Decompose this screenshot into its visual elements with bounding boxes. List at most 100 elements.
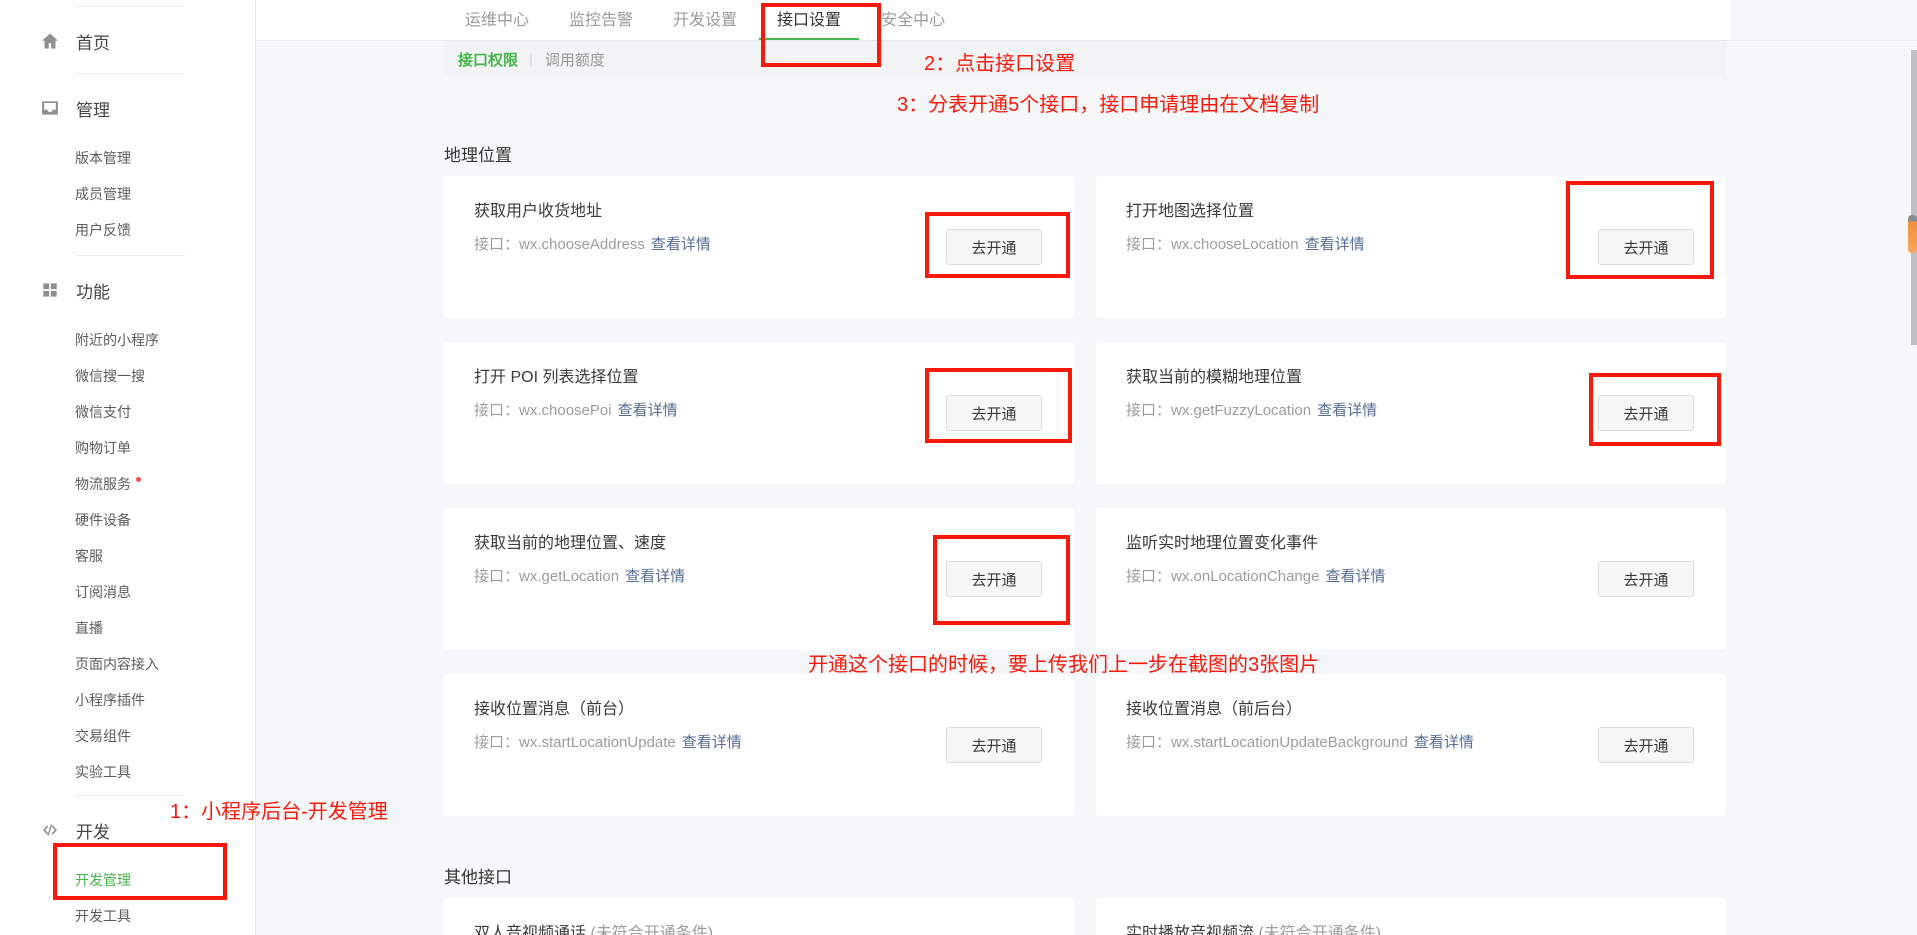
api-prefix-label: 接口：: [1126, 734, 1171, 751]
api-card-info: 接口：wx.startLocationUpdateBackground查看详情: [1126, 731, 1474, 752]
sidebar-divider: [75, 255, 185, 256]
api-prefix-label: 接口：: [474, 734, 519, 751]
sidebar-item-label: 附近的小程序: [75, 332, 159, 348]
api-name: wx.getFuzzyLocation: [1171, 402, 1311, 419]
api-card-info: 接口：wx.getLocation查看详情: [474, 565, 685, 586]
api-card: 接收位置消息（前后台）接口：wx.startLocationUpdateBack…: [1096, 674, 1726, 816]
tab-开发设置[interactable]: 开发设置: [655, 0, 755, 40]
open-api-button[interactable]: 去开通: [1598, 229, 1694, 265]
subtab-调用额度[interactable]: 调用额度: [545, 49, 605, 70]
sidebar-item-label: 成员管理: [75, 186, 131, 202]
subtab-接口权限[interactable]: 接口权限: [458, 49, 518, 70]
code-icon: [40, 820, 60, 840]
annotation-upload-note: 开通这个接口的时候，要上传我们上一步在截图的3张图片: [808, 648, 1319, 677]
sidebar-section-label: 功能: [76, 278, 110, 303]
api-card-info: 接口：wx.getFuzzyLocation 查看详情: [1126, 399, 1377, 420]
tab-安全中心[interactable]: 安全中心: [863, 0, 963, 40]
main-content: 地理位置获取用户收货地址接口：wx.chooseAddress查看详情去开通打开…: [444, 77, 1726, 935]
subtab-bar: 接口权限 | 调用额度: [444, 41, 1726, 77]
api-name: wx.getLocation: [519, 568, 619, 585]
sidebar-item-label: 页面内容接入: [75, 656, 159, 672]
sidebar-section-inbox[interactable]: 管理: [0, 90, 255, 126]
sidebar-item[interactable]: 开发管理: [0, 862, 255, 898]
sidebar-item[interactable]: 交易组件: [0, 718, 255, 754]
api-card-title: 获取当前的模糊地理位置: [1126, 363, 1302, 387]
top-tab-bar: 运维中心监控告警开发设置接口设置安全中心: [256, 0, 1730, 40]
api-name: wx.chooseAddress: [519, 236, 645, 253]
api-card-info: 接口：wx.startLocationUpdate查看详情: [474, 731, 742, 752]
api-prefix-label: 接口：: [1126, 402, 1171, 419]
subtab-separator: |: [529, 51, 533, 68]
api-card-info: 接口：wx.chooseAddress查看详情: [474, 233, 711, 254]
tab-接口设置[interactable]: 接口设置: [759, 0, 859, 40]
open-api-button[interactable]: 去开通: [946, 727, 1042, 763]
api-prefix-label: 接口：: [1126, 568, 1171, 585]
sidebar-item-label: 版本管理: [75, 150, 131, 166]
sidebar-item[interactable]: 购物订单: [0, 430, 255, 466]
sidebar-item[interactable]: 小程序插件: [0, 682, 255, 718]
view-details-link[interactable]: 查看详情: [1317, 402, 1377, 419]
open-api-button[interactable]: 去开通: [946, 561, 1042, 597]
api-card: 接收位置消息（前台）接口：wx.startLocationUpdate查看详情去…: [444, 674, 1074, 816]
sidebar-section-label: 开发: [76, 818, 110, 843]
sidebar-item[interactable]: 物流服务: [0, 466, 255, 502]
view-details-link[interactable]: 查看详情: [682, 734, 742, 751]
section-title: 地理位置: [444, 141, 1726, 161]
view-details-link[interactable]: 查看详情: [651, 236, 711, 253]
sidebar-item-list: 开发管理开发工具: [0, 862, 255, 934]
sidebar-divider: [75, 73, 185, 74]
annotation-step1: 1：小程序后台-开发管理: [170, 795, 388, 824]
sidebar-item[interactable]: 用户反馈: [0, 212, 255, 248]
open-api-button[interactable]: 去开通: [1598, 727, 1694, 763]
sidebar-item[interactable]: 微信搜一搜: [0, 358, 255, 394]
open-api-button[interactable]: 去开通: [946, 229, 1042, 265]
sidebar-item-label: 微信搜一搜: [75, 368, 145, 384]
section-title: 其他接口: [444, 863, 1726, 883]
sidebar-item-label: 直播: [75, 620, 103, 636]
sidebar-section-grid[interactable]: 功能: [0, 272, 255, 308]
sidebar-item-label: 开发工具: [75, 908, 131, 924]
sidebar-item-label: 购物订单: [75, 440, 131, 456]
sidebar-item[interactable]: 订阅消息: [0, 574, 255, 610]
sidebar-item[interactable]: 页面内容接入: [0, 646, 255, 682]
sidebar-section-home[interactable]: 首页: [0, 23, 255, 59]
sidebar-item-label: 物流服务: [75, 476, 131, 492]
sidebar-item[interactable]: 实验工具: [0, 754, 255, 790]
inbox-icon: [40, 98, 60, 118]
sidebar-section-label: 管理: [76, 96, 110, 121]
view-details-link[interactable]: 查看详情: [1305, 236, 1365, 253]
scrollbar-thumb[interactable]: [1911, 50, 1917, 345]
open-api-button[interactable]: 去开通: [1598, 395, 1694, 431]
view-details-link[interactable]: 查看详情: [1414, 734, 1474, 751]
api-card-info: 接口：wx.chooseLocation查看详情: [1126, 233, 1365, 254]
api-card-title: 双人音视频通话 (未符合开通条件): [474, 919, 713, 935]
view-details-link[interactable]: 查看详情: [625, 568, 685, 585]
open-api-button[interactable]: 去开通: [1598, 561, 1694, 597]
tab-运维中心[interactable]: 运维中心: [447, 0, 547, 40]
api-card-title: 获取当前的地理位置、速度: [474, 529, 666, 553]
sidebar-section-label: 首页: [76, 29, 110, 54]
open-api-button[interactable]: 去开通: [946, 395, 1042, 431]
sidebar-item[interactable]: 微信支付: [0, 394, 255, 430]
api-prefix-label: 接口：: [1126, 236, 1171, 253]
sidebar-item[interactable]: 开发工具: [0, 898, 255, 934]
sidebar-item[interactable]: 硬件设备: [0, 502, 255, 538]
view-details-link[interactable]: 查看详情: [1325, 568, 1385, 585]
sidebar-section: 开发开发管理开发工具: [0, 812, 255, 934]
view-details-link[interactable]: 查看详情: [618, 402, 678, 419]
content-section: 地理位置获取用户收货地址接口：wx.chooseAddress查看详情去开通打开…: [444, 141, 1726, 816]
tab-监控告警[interactable]: 监控告警: [551, 0, 651, 40]
sidebar-item[interactable]: 直播: [0, 610, 255, 646]
sidebar-item[interactable]: 客服: [0, 538, 255, 574]
red-dot-badge: [136, 477, 141, 482]
sidebar-item[interactable]: 版本管理: [0, 140, 255, 176]
sidebar-divider: [75, 795, 185, 796]
api-card: 获取用户收货地址接口：wx.chooseAddress查看详情去开通: [444, 176, 1074, 318]
api-card: 监听实时地理位置变化事件接口：wx.onLocationChange查看详情去开…: [1096, 508, 1726, 650]
sidebar-item[interactable]: 成员管理: [0, 176, 255, 212]
sidebar-item-label: 订阅消息: [75, 584, 131, 600]
sidebar-item[interactable]: 附近的小程序: [0, 322, 255, 358]
sidebar-item-label: 微信支付: [75, 404, 131, 420]
home-icon: [40, 31, 60, 51]
api-name: wx.onLocationChange: [1171, 568, 1319, 585]
